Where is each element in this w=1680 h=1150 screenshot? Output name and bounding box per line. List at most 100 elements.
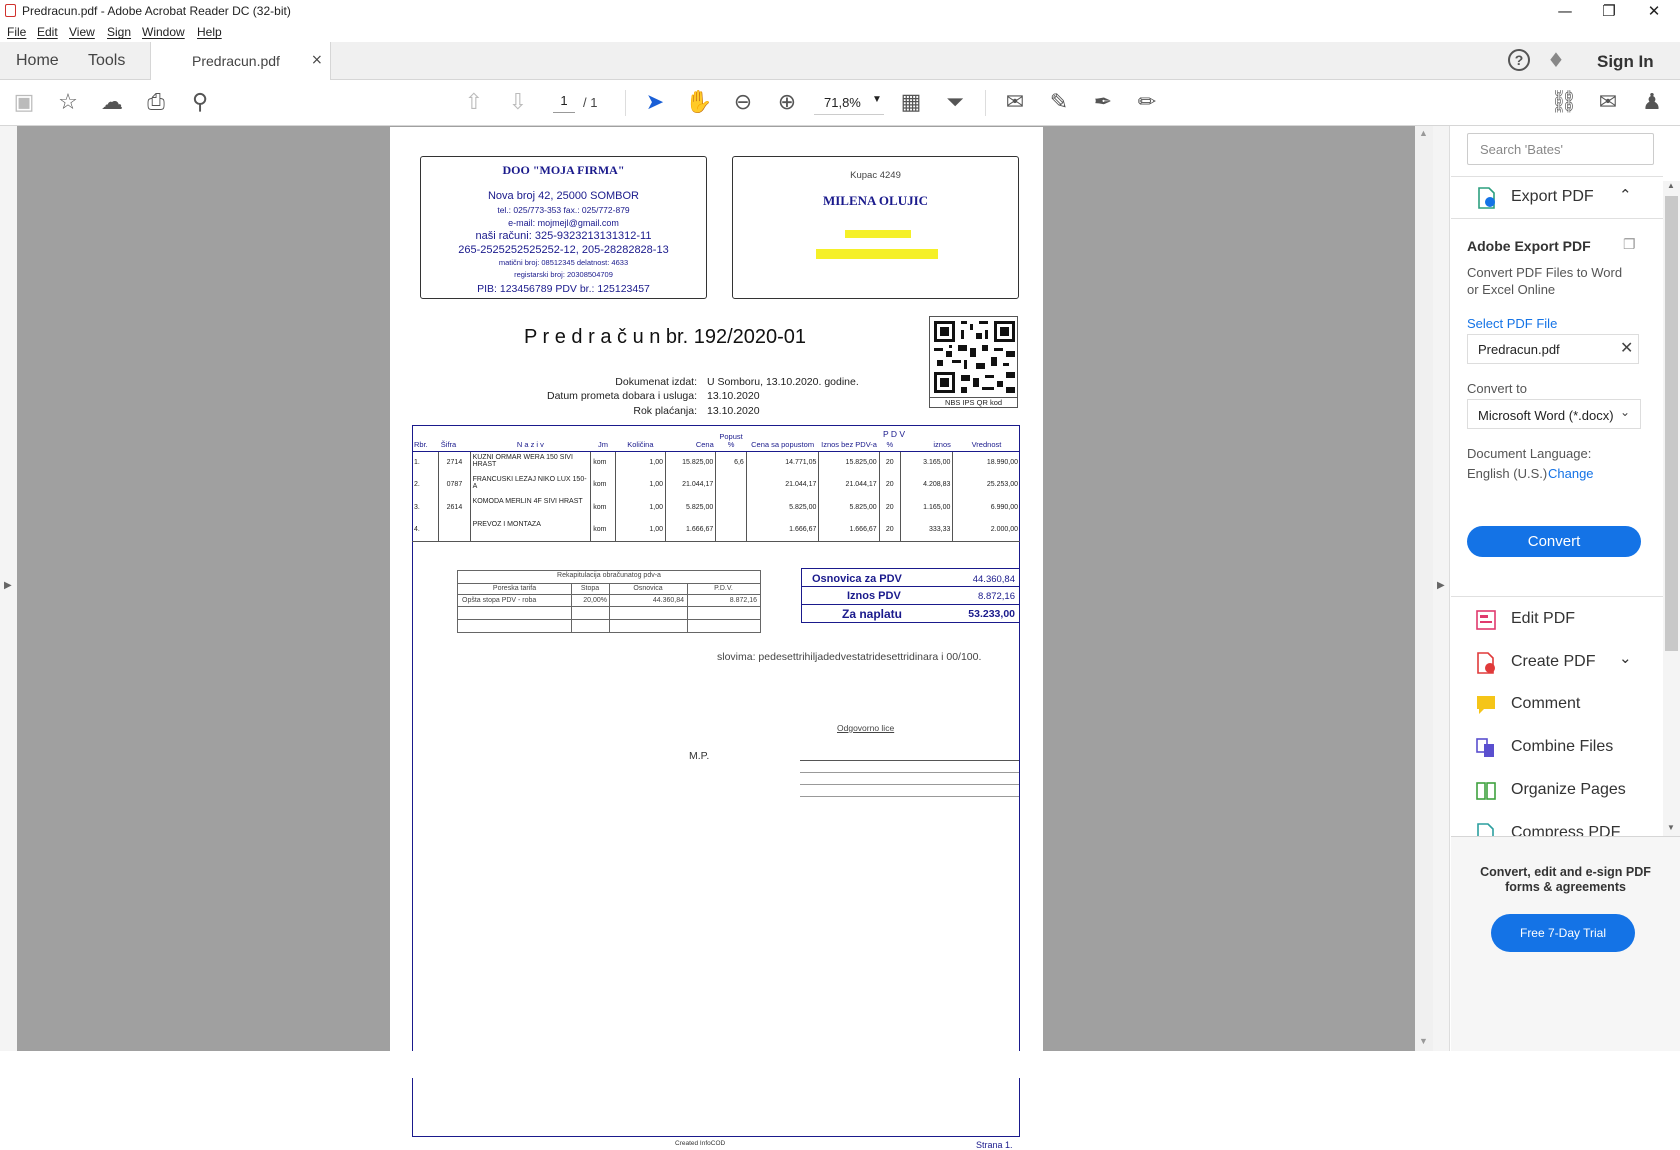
draw-sign-icon[interactable]: ✒ xyxy=(1088,88,1118,118)
recap-base: 44.360,84 xyxy=(652,597,684,604)
traffic-date-value: 13.10.2020 xyxy=(707,390,760,402)
viewer-scrollbar[interactable]: ▲ ▼ xyxy=(1415,126,1433,1051)
help-icon[interactable]: ? xyxy=(1508,49,1530,71)
menu-sign[interactable]: Sign xyxy=(107,25,131,39)
add-user-icon[interactable]: ♟ xyxy=(1637,88,1667,118)
tab-tools[interactable]: Tools xyxy=(88,52,125,70)
table-cell: 5.825,00 xyxy=(664,496,716,519)
convert-button[interactable]: Convert xyxy=(1467,526,1641,557)
share-link-icon[interactable]: ⛓ xyxy=(1549,88,1579,118)
right-tools-panel: Search 'Bates' Export PDF ⌃ Adobe Export… xyxy=(1451,126,1680,1051)
due-date-label: Rok plaćanja: xyxy=(633,405,697,417)
document-language-value: English (U.S.) xyxy=(1467,466,1548,481)
table-cell: 2. xyxy=(414,481,420,489)
menu-edit[interactable]: Edit xyxy=(37,25,58,39)
redaction-highlight xyxy=(816,249,938,259)
responsible-person-label: Odgovorno lice xyxy=(837,723,895,733)
scroll-down-icon[interactable]: ▼ xyxy=(1667,823,1675,832)
window-title: Predracun.pdf - Adobe Acrobat Reader DC … xyxy=(22,4,291,18)
table-cell: 6,6 xyxy=(715,451,747,474)
table-cell: 1.165,00 xyxy=(899,496,953,519)
table-cell: 333,33 xyxy=(899,518,953,542)
select-cursor-icon[interactable]: ➤ xyxy=(640,88,670,118)
chevron-up-icon[interactable]: ⌃ xyxy=(1619,186,1632,204)
selected-file-field[interactable]: Predracun.pdf ✕ xyxy=(1467,334,1639,364)
expand-left-panel-icon[interactable]: ▶ xyxy=(4,580,12,591)
highlight-pen-icon[interactable]: ✎ xyxy=(1044,88,1074,118)
recap-header-vat: P.D.V. xyxy=(714,585,733,592)
maximize-button[interactable]: ❐ xyxy=(1586,0,1632,22)
save-icon[interactable]: ▣ xyxy=(9,88,39,118)
fill-sign-icon[interactable]: ✏ xyxy=(1132,88,1162,118)
panel-divider xyxy=(1451,596,1663,597)
page-number-input[interactable]: 1 xyxy=(553,93,575,113)
clear-file-icon[interactable]: ✕ xyxy=(1620,338,1633,357)
print-icon[interactable]: ⎙ xyxy=(141,88,171,118)
hand-tool-icon[interactable]: ✋ xyxy=(684,88,714,118)
sign-in-button[interactable]: Sign In xyxy=(1597,52,1654,72)
close-tab-icon[interactable]: × xyxy=(311,52,323,68)
table-cell: 1,00 xyxy=(614,473,666,496)
right-panel-toggle-rail: ▶ xyxy=(1433,126,1450,1051)
signature-line xyxy=(800,784,1019,785)
minimize-button[interactable]: — xyxy=(1542,0,1588,22)
next-page-icon[interactable]: ⇩ xyxy=(503,88,533,118)
tool-compress-pdf-clip: Compress PDF xyxy=(1451,819,1663,837)
export-description-2: or Excel Online xyxy=(1467,282,1556,297)
format-select[interactable]: Microsoft Word (*.docx) ⌄ xyxy=(1467,399,1641,429)
menu-window[interactable]: Window xyxy=(142,25,185,39)
items-table: Rbr. Šifra N a z i v Jm Količina Cena Popust %… xyxy=(412,425,1020,542)
scroll-mode-icon[interactable]: ⏷ xyxy=(940,88,970,118)
panel-scrollbar[interactable]: ▲ ▼ xyxy=(1663,181,1680,836)
page-total: / 1 xyxy=(583,95,598,110)
table-cell: 0787 xyxy=(438,473,471,496)
menu-view[interactable]: View xyxy=(69,25,95,39)
bookmark-star-icon[interactable]: ☆ xyxy=(53,88,83,118)
collapse-right-panel-icon[interactable]: ▶ xyxy=(1437,580,1445,591)
items-header-cell: Količina xyxy=(615,425,666,452)
change-language-link[interactable]: Change xyxy=(1548,466,1594,481)
scroll-up-icon[interactable]: ▲ xyxy=(1419,128,1428,138)
pdv-group-header: P D V xyxy=(883,429,906,439)
menu-file[interactable]: File xyxy=(7,25,26,39)
scroll-down-icon[interactable]: ▼ xyxy=(1419,1036,1428,1046)
close-window-button[interactable]: ✕ xyxy=(1631,0,1677,22)
email-icon[interactable]: ✉ xyxy=(1593,88,1623,118)
upload-cloud-icon[interactable]: ☁ xyxy=(97,88,127,118)
table-cell: 2714 xyxy=(438,451,471,474)
signature-line xyxy=(800,760,1019,761)
seller-pib: PIB: 123456789 PDV br.: 125123457 xyxy=(477,283,650,295)
qr-caption: NBS IPS QR kod xyxy=(930,397,1017,407)
bell-icon[interactable]: ♦ xyxy=(1547,48,1565,72)
vat-value: 8.872,16 xyxy=(978,591,1015,602)
search-zoom-icon[interactable]: ⚲ xyxy=(185,88,215,118)
table-cell: 15.825,00 xyxy=(664,451,716,474)
zoom-in-icon[interactable]: ⊕ xyxy=(772,88,802,118)
zoom-select[interactable]: 71,8% ▼ xyxy=(814,91,884,115)
items-header-row: Rbr. Šifra N a z i v Jm Količina Cena Popust %… xyxy=(412,425,1020,452)
vat-label: Iznos PDV xyxy=(847,590,901,602)
menu-help[interactable]: Help xyxy=(197,25,222,39)
tab-document[interactable]: Predracun.pdf × xyxy=(150,42,331,80)
comment-icon[interactable]: ✉ xyxy=(1000,88,1030,118)
previous-page-icon[interactable]: ⇧ xyxy=(459,88,489,118)
copy-icon[interactable]: ❐ xyxy=(1623,236,1636,253)
tab-home[interactable]: Home xyxy=(16,52,59,70)
items-header-cell: Vrednost xyxy=(952,425,1020,452)
table-cell: 5.825,00 xyxy=(745,496,819,519)
panel-scrollbar-thumb[interactable] xyxy=(1665,196,1678,651)
export-pdf-title: Export PDF xyxy=(1511,188,1594,205)
buyer-box: Kupac 4249 MILENA OLUJIC xyxy=(732,156,1019,299)
recap-vat: 8.872,16 xyxy=(729,597,757,604)
document-title: P r e d r a č u n br. 192/2020-01 xyxy=(524,326,807,348)
chevron-down-icon[interactable]: ⌄ xyxy=(1619,649,1632,667)
free-trial-button[interactable]: Free 7-Day Trial xyxy=(1491,914,1635,952)
zoom-out-icon[interactable]: ⊖ xyxy=(728,88,758,118)
table-cell xyxy=(715,518,747,542)
select-pdf-file-link[interactable]: Select PDF File xyxy=(1467,316,1557,331)
export-description-1: Convert PDF Files to Word xyxy=(1467,265,1623,280)
bates-search-input[interactable]: Search 'Bates' xyxy=(1467,133,1654,165)
page-fit-icon[interactable]: ▦ xyxy=(896,88,926,118)
format-value: Microsoft Word (*.docx) xyxy=(1478,408,1614,423)
scroll-up-icon[interactable]: ▲ xyxy=(1667,181,1675,190)
